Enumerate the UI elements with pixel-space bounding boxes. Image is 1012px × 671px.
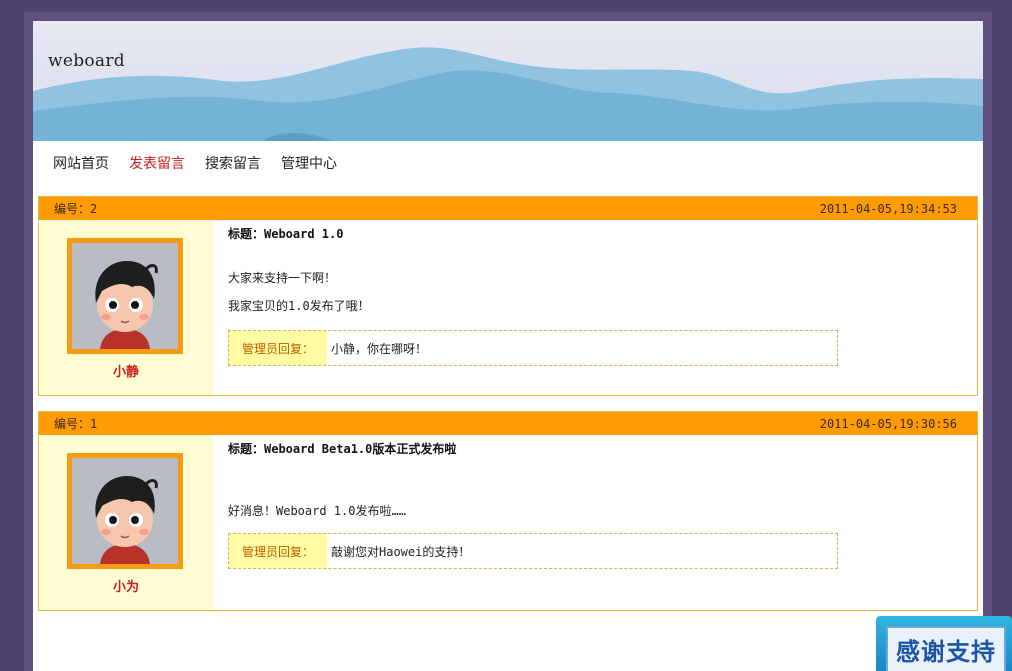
nav-item-admin[interactable]: 管理中心 <box>281 153 337 175</box>
admin-reply-box: 管理员回复： 敲谢您对Haowei的支持！ <box>228 533 838 569</box>
author-column: 小为 <box>39 435 213 610</box>
post-text-line: 我家宝贝的1.0发布了哦！ <box>228 299 370 313</box>
admin-reply-box: 管理员回复： 小静，你在哪呀！ <box>228 330 838 366</box>
cartoon-boy-avatar-icon <box>72 458 178 564</box>
post-number: 编号：2 <box>54 202 98 216</box>
admin-reply-label: 管理员回复： <box>229 331 327 365</box>
nav-item-post-message[interactable]: 发表留言 <box>129 153 185 175</box>
main-nav: 网站首页 发表留言 搜索留言 管理中心 <box>53 153 337 175</box>
thanks-support-label: 感谢支持 <box>886 626 1006 671</box>
message-post: 编号：2 2011-04-05,19:34:53 小静 标题：Weboard 1… <box>38 196 978 396</box>
thanks-support-button[interactable]: 感谢支持 <box>876 616 1012 671</box>
post-header: 编号：2 2011-04-05,19:34:53 <box>39 197 977 220</box>
post-body: 小为 标题：Weboard Beta1.0版本正式发布啦 好消息！Weboard… <box>39 435 977 610</box>
post-header: 编号：1 2011-04-05,19:30:56 <box>39 412 977 435</box>
site-title: weboard <box>48 51 125 71</box>
post-title: 标题：Weboard 1.0 <box>228 227 344 241</box>
post-body: 小静 标题：Weboard 1.0 大家来支持一下啊！ 我家宝贝的1.0发布了哦… <box>39 220 977 395</box>
post-content: 标题：Weboard Beta1.0版本正式发布啦 好消息！Weboard 1.… <box>213 435 977 610</box>
message-post: 编号：1 2011-04-05,19:30:56 小为 标题：Weboard B… <box>38 411 978 611</box>
avatar <box>67 453 183 569</box>
admin-reply-label: 管理员回复： <box>229 534 327 568</box>
header-banner: weboard <box>33 21 983 141</box>
post-datetime: 2011-04-05,19:30:56 <box>819 416 957 431</box>
mountain-banner-image <box>33 47 983 141</box>
post-text-line: 好消息！Weboard 1.0发布啦…… <box>228 504 406 518</box>
post-datetime: 2011-04-05,19:34:53 <box>819 201 957 216</box>
admin-reply-text: 敲谢您对Haowei的支持！ <box>331 544 471 559</box>
nav-item-search[interactable]: 搜索留言 <box>205 153 261 175</box>
page-container: weboard 网站首页 发表留言 搜索留言 管理中心 编号：2 2011-04… <box>33 21 983 671</box>
author-name: 小静 <box>112 365 139 380</box>
admin-reply-text: 小静，你在哪呀！ <box>331 341 428 356</box>
post-text-line: 大家来支持一下啊！ <box>228 271 337 285</box>
avatar <box>67 238 183 354</box>
author-name: 小为 <box>112 580 139 595</box>
cartoon-boy-avatar-icon <box>72 243 178 349</box>
post-title: 标题：Weboard Beta1.0版本正式发布啦 <box>228 442 457 456</box>
nav-item-home[interactable]: 网站首页 <box>53 153 109 175</box>
author-column: 小静 <box>39 220 213 395</box>
post-number: 编号：1 <box>54 417 98 431</box>
post-content: 标题：Weboard 1.0 大家来支持一下啊！ 我家宝贝的1.0发布了哦！ 管… <box>213 220 977 395</box>
